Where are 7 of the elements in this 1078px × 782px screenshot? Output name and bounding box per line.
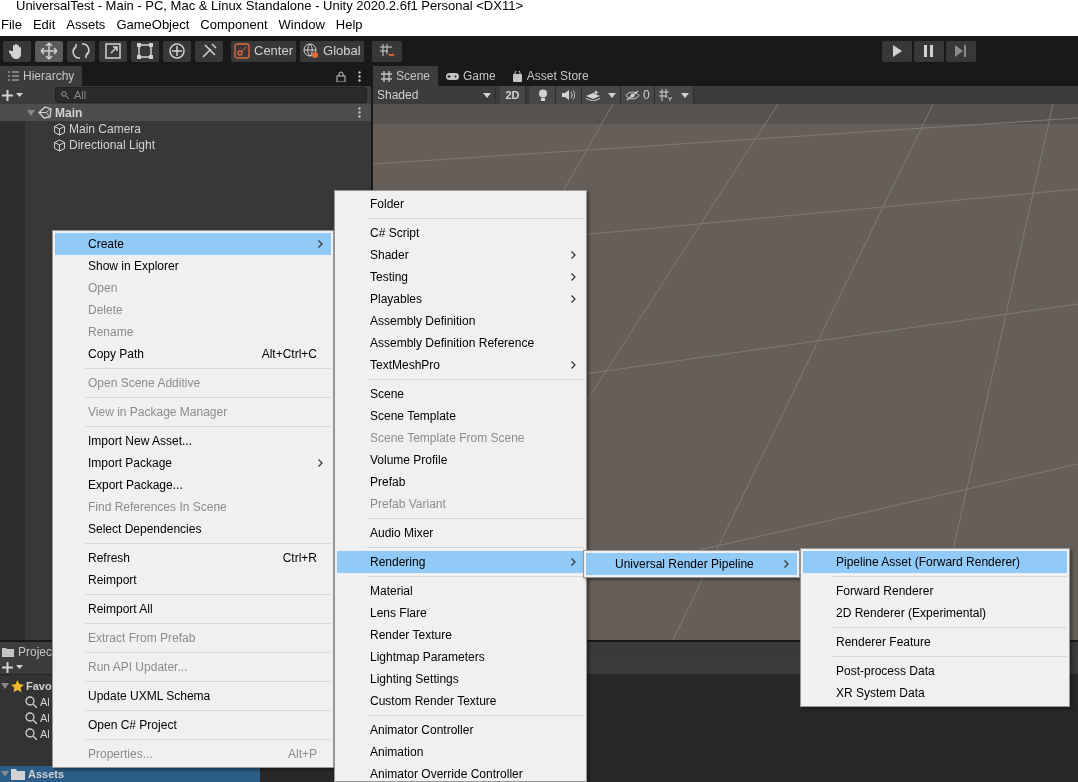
shortcut-text: Alt+P [288,746,317,763]
tree-item-label: Assets [28,766,65,782]
search-placeholder: All [74,87,87,103]
shortcut-text: Alt+Ctrl+C [261,346,317,363]
shortcut-text: Ctrl+R [282,550,317,567]
window-title: UniversalTest - Main - PC, Mac & Linux Standalone - Unity 2020.2.6f1 Personal <DX11> [0,0,1078,13]
tree-item-label: Favo [26,678,52,694]
